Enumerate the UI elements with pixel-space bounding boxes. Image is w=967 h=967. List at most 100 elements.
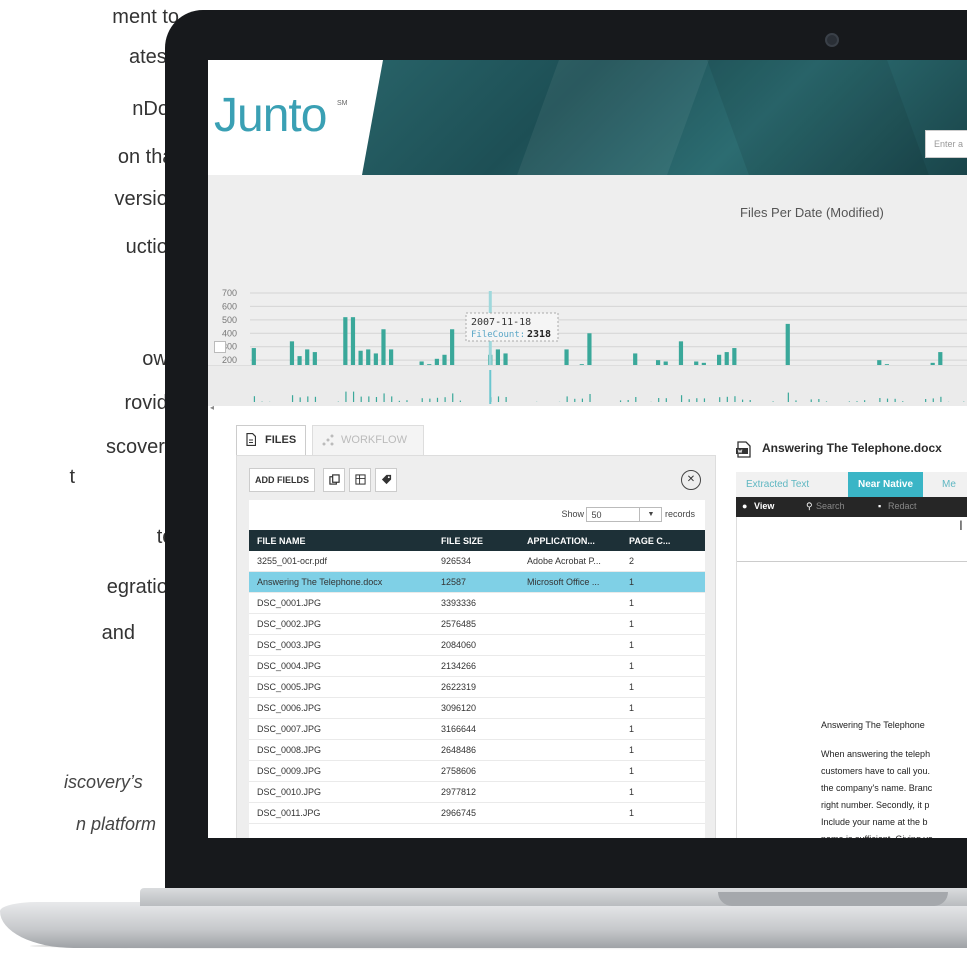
chart-bar[interactable] — [495, 349, 500, 365]
cell-file-name: DSC_0006.JPG — [249, 697, 433, 719]
overview-bar — [307, 396, 309, 402]
tag-button[interactable] — [375, 468, 397, 492]
chart-bar[interactable] — [289, 341, 295, 365]
chart-bar[interactable] — [503, 353, 508, 365]
overview-bar — [932, 398, 934, 402]
chart-bar[interactable] — [678, 341, 684, 365]
table-row[interactable]: DSC_0002.JPG 2576485 1 — [249, 613, 705, 635]
search-input[interactable]: Enter a — [925, 130, 967, 158]
cell-file-name: DSC_0010.JPG — [249, 781, 433, 803]
overview-bar — [719, 397, 721, 402]
cell-file-size: 2648486 — [433, 739, 519, 761]
chart-bar[interactable] — [381, 329, 386, 365]
overview-bar — [658, 398, 660, 402]
overview-bar — [772, 401, 774, 402]
column-header-file-name[interactable]: FILE NAME — [249, 530, 433, 551]
overview-bar — [627, 400, 629, 402]
article-line: t — [69, 466, 75, 488]
chart-bar[interactable] — [732, 348, 737, 365]
close-panel-button[interactable]: ✕ — [681, 470, 701, 490]
overview-bar — [574, 398, 576, 402]
cell-page-count: 1 — [621, 634, 705, 656]
cell-page-count: 1 — [621, 781, 705, 803]
cell-application — [519, 802, 621, 824]
cell-file-size: 12587 — [433, 571, 519, 593]
base-notch — [718, 892, 948, 906]
tab-metadata[interactable]: Me — [932, 472, 966, 497]
chart-bar[interactable] — [785, 323, 790, 365]
table-header-row: FILE NAME FILE SIZE APPLICATION... PAGE … — [249, 530, 705, 551]
overview-bar — [825, 401, 828, 402]
chart-bar[interactable] — [251, 348, 256, 365]
chart-bar[interactable] — [305, 349, 310, 365]
chart-checkbox[interactable] — [214, 341, 226, 353]
tab-extracted-text[interactable]: Extracted Text — [736, 472, 819, 497]
table-row[interactable]: DSC_0005.JPG 2622319 1 — [249, 676, 705, 698]
overview-bar — [619, 400, 622, 402]
junto-logo[interactable]: Junto — [214, 88, 327, 143]
copy-button[interactable] — [323, 468, 345, 492]
chart-bar[interactable] — [724, 352, 729, 365]
chart-bar[interactable] — [587, 333, 592, 365]
article-line: ment to — [112, 6, 179, 28]
table-row[interactable]: Answering The Telephone.docx 12587 Microso… — [249, 571, 705, 593]
table-row[interactable]: DSC_0009.JPG 2758606 1 — [249, 760, 705, 782]
search-button[interactable]: Search — [816, 501, 845, 511]
cell-application: Adobe Acrobat P... — [519, 551, 621, 572]
overview-bar — [886, 398, 889, 402]
chart-bar[interactable] — [442, 354, 447, 365]
table-row[interactable]: DSC_0007.JPG 3166644 1 — [249, 718, 705, 740]
table-row[interactable]: DSC_0001.JPG 3393336 1 — [249, 592, 705, 614]
column-header-page-count[interactable]: PAGE C... — [621, 530, 705, 551]
view-button[interactable]: View — [754, 501, 774, 511]
table-row[interactable]: DSC_0004.JPG 2134266 1 — [249, 655, 705, 677]
overview-bar — [848, 401, 850, 402]
export-button[interactable] — [349, 468, 371, 492]
column-header-file-size[interactable]: FILE SIZE — [433, 530, 519, 551]
table-row[interactable]: DSC_0003.JPG 2084060 1 — [249, 634, 705, 656]
chevron-down-icon[interactable]: ▼ — [640, 507, 663, 522]
page-divider — [737, 561, 967, 562]
overview-bar — [375, 397, 378, 402]
overview-bar — [421, 398, 423, 402]
chart-bar[interactable] — [350, 317, 356, 365]
chart-bar[interactable] — [373, 353, 378, 365]
chart-bar[interactable] — [717, 354, 722, 365]
chart-bar[interactable] — [938, 352, 943, 365]
scroll-left-icon[interactable]: ◂ — [210, 403, 214, 412]
cell-file-name: DSC_0011.JPG — [249, 802, 433, 824]
overview-bar — [452, 393, 454, 402]
chart-bar[interactable] — [297, 356, 302, 365]
chart-bar[interactable] — [389, 349, 394, 365]
column-header-application[interactable]: APPLICATION... — [519, 530, 621, 551]
tab-near-native[interactable]: Near Native — [848, 472, 924, 497]
chart-bar[interactable] — [343, 317, 348, 365]
cell-application — [519, 592, 621, 614]
tab-workflow[interactable]: WORKFLOW — [312, 425, 424, 455]
y-tick-label: 500 — [222, 315, 237, 325]
table-row[interactable]: DSC_0006.JPG 3096120 1 — [249, 697, 705, 719]
overview-bar — [444, 397, 446, 402]
chart-bar[interactable] — [450, 329, 455, 365]
chart-bar[interactable] — [358, 350, 363, 365]
document-heading: Answering The Telephone — [821, 720, 925, 730]
table-row[interactable]: 3255_001-ocr.pdf 926534 Adobe Acrobat P...… — [249, 551, 705, 572]
chart-overview-brush[interactable] — [208, 365, 967, 406]
table-row[interactable]: DSC_0011.JPG 2966745 1 — [249, 802, 705, 824]
table-row[interactable]: DSC_0010.JPG 2977812 1 — [249, 781, 705, 803]
redact-button[interactable]: Redact — [888, 501, 917, 511]
chart-bar[interactable] — [633, 353, 638, 365]
chart-bar[interactable] — [366, 349, 371, 365]
tab-files[interactable]: FILES — [236, 425, 306, 455]
chart-bar[interactable] — [564, 349, 569, 365]
cell-file-size: 3166644 — [433, 718, 519, 740]
page-size-select[interactable]: 50 — [586, 507, 641, 522]
caption-line: iscovery’s — [64, 772, 143, 792]
overview-bar — [360, 396, 362, 402]
add-fields-button[interactable]: ADD FIELDS — [249, 468, 315, 492]
chart-canvas[interactable]: 01002003004005006007002007-10-272007-11-… — [208, 175, 967, 365]
chart-bar[interactable] — [312, 352, 317, 365]
table-row[interactable]: DSC_0008.JPG 2648486 1 — [249, 739, 705, 761]
overview-bar — [665, 398, 667, 402]
document-text-line: right number. Secondly, it p — [821, 800, 930, 810]
